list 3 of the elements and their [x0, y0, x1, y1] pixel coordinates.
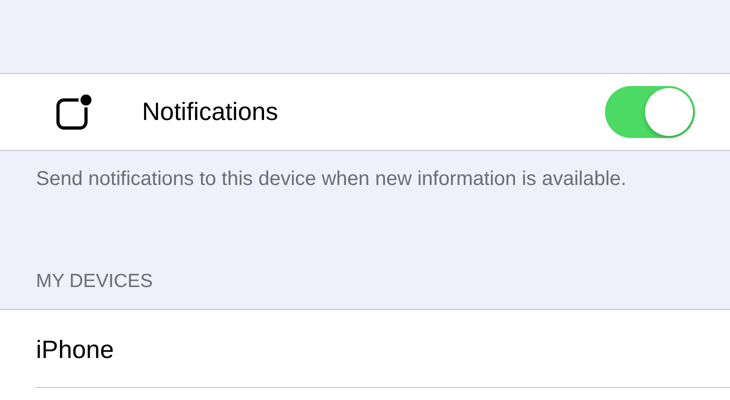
footer-text: Send notifications to this device when new information is available. [35, 167, 628, 192]
notifications-toggle[interactable] [605, 86, 695, 138]
setting-label: Notifications [142, 98, 280, 126]
